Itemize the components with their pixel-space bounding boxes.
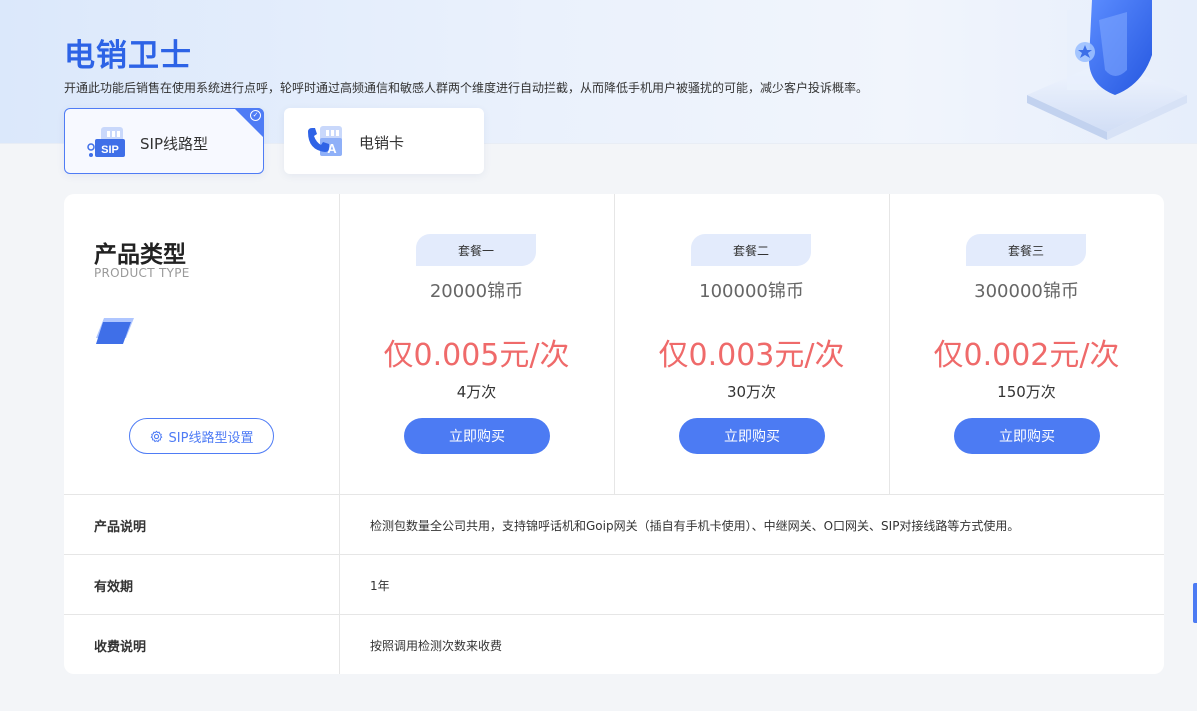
- product-type-title: 产品类型: [94, 242, 186, 268]
- tab-sip-line-label: SIP线路型: [140, 135, 208, 153]
- plan-price: 仅0.003元/次: [658, 338, 845, 373]
- page-title: 电销卫士: [64, 38, 192, 74]
- plan-badge: 套餐三: [966, 234, 1086, 266]
- phone-card-icon: A: [308, 126, 342, 156]
- tab-phone-card-label: 电销卡: [359, 134, 405, 152]
- plan-column: 套餐二 100000锦币 仅0.003元/次 30万次 立即购买: [614, 194, 889, 494]
- plan-badge: 套餐二: [691, 234, 811, 266]
- pricing-card: 产品类型 PRODUCT TYPE SIP线路型设置 套餐一 20000锦币 仅…: [64, 194, 1164, 674]
- plan-column: 套餐三 300000锦币 仅0.002元/次 150万次 立即购买: [889, 194, 1164, 494]
- plan-times: 150万次: [997, 383, 1056, 401]
- plan-times: 30万次: [726, 383, 777, 401]
- check-icon: ✓: [250, 110, 261, 121]
- row-divider: [64, 494, 1164, 495]
- plan-coins: 300000锦币: [974, 281, 1079, 302]
- product-type-icon: [96, 318, 134, 344]
- side-panel-handle[interactable]: [1193, 583, 1197, 623]
- shield-illustration-icon: [1027, 0, 1187, 140]
- plan-coins: 100000锦币: [699, 281, 804, 302]
- info-label-billing: 收费说明: [94, 640, 147, 655]
- info-column-divider: [339, 494, 340, 674]
- gear-icon: [150, 430, 162, 442]
- plan-column: 套餐一 20000锦币 仅0.005元/次 4万次 立即购买: [339, 194, 614, 494]
- info-label-validity: 有效期: [94, 580, 134, 595]
- sip-icon-text: SIP: [101, 144, 119, 156]
- info-value-description: 检测包数量全公司共用，支持锦呼话机和Goip网关（插自有手机卡使用）、中继网关、…: [370, 519, 1020, 533]
- page-description: 开通此功能后销售在使用系统进行点呼，轮呼时通过高频通信和敏感人群两个维度进行自动…: [64, 81, 869, 95]
- selected-corner-marker: ✓: [234, 108, 264, 138]
- plan-badge: 套餐一: [416, 234, 536, 266]
- plan-price: 仅0.005元/次: [383, 338, 570, 373]
- plan-price: 仅0.002元/次: [933, 338, 1120, 373]
- product-type-subtitle: PRODUCT TYPE: [94, 266, 190, 280]
- info-value-validity: 1年: [370, 579, 390, 593]
- row-divider: [64, 614, 1164, 615]
- buy-now-button[interactable]: 立即购买: [404, 418, 550, 454]
- info-value-billing: 按照调用检测次数来收费: [370, 639, 503, 653]
- info-label-description: 产品说明: [94, 520, 147, 535]
- row-divider: [64, 554, 1164, 555]
- plan-times: 4万次: [456, 383, 497, 401]
- sip-icon: SIP: [87, 127, 125, 157]
- tab-phone-card[interactable]: A 电销卡: [284, 108, 484, 174]
- sip-setting-label: SIP线路型设置: [168, 430, 254, 446]
- buy-now-button[interactable]: 立即购买: [954, 418, 1100, 454]
- buy-now-button[interactable]: 立即购买: [679, 418, 825, 454]
- plan-coins: 20000锦币: [429, 281, 524, 302]
- tab-sip-line[interactable]: SIP SIP线路型 ✓: [64, 108, 264, 174]
- sip-setting-button[interactable]: SIP线路型设置: [129, 418, 274, 454]
